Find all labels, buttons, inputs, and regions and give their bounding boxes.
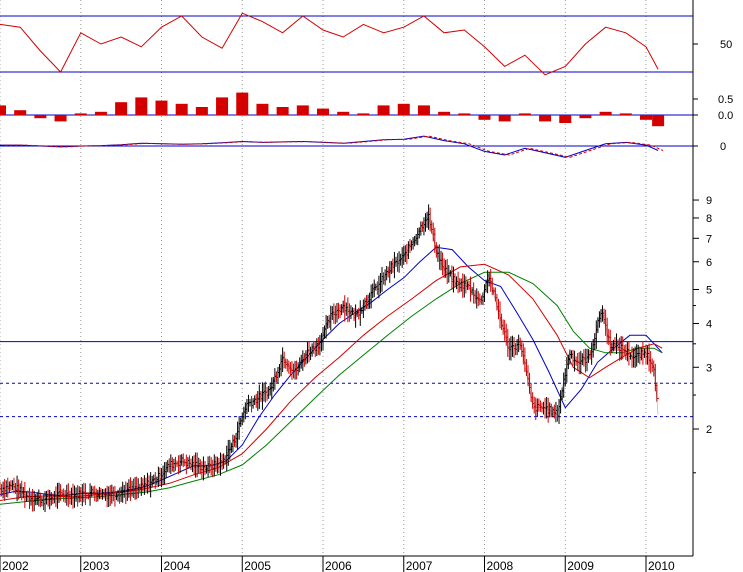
rsi-y-label: 50	[720, 39, 732, 51]
histogram-bar	[458, 113, 471, 115]
x-tick-label: 2010	[648, 559, 675, 572]
histogram-bar	[518, 113, 531, 115]
histogram-bar	[0, 105, 6, 115]
stock-chart: 2002 2003 2004 2005 2006 2007 2008 2009 2010500.…	[0, 0, 743, 572]
x-tick-label: 2002	[2, 559, 29, 572]
histogram-bar	[74, 113, 87, 115]
histogram-bar	[397, 103, 410, 115]
histogram-bar	[54, 115, 67, 122]
histogram-bar	[155, 100, 168, 115]
histogram-bar	[34, 115, 47, 119]
histogram-bar	[357, 113, 370, 115]
x-tick-label: 2006	[325, 559, 352, 572]
histogram-bar	[256, 103, 269, 115]
histogram-bar	[539, 115, 552, 122]
histogram-bar	[94, 111, 107, 115]
histogram-bar	[115, 102, 128, 115]
x-tick-label: 2008	[487, 559, 514, 572]
histogram-bar	[216, 97, 229, 115]
histogram-bar	[195, 107, 208, 115]
histogram-bar	[438, 111, 451, 115]
price-y-label: 5	[706, 285, 712, 297]
x-tick-label: 2004	[164, 559, 191, 572]
price-y-label: 3	[706, 362, 712, 374]
price-y-label: 9	[706, 195, 712, 207]
price-y-label: 4	[706, 318, 712, 330]
histogram-bar	[498, 115, 511, 122]
histogram-bar	[317, 108, 329, 115]
histogram-bar	[559, 115, 572, 123]
histogram-bar	[417, 105, 430, 115]
x-tick-label: 2003	[83, 559, 110, 572]
histogram-bar	[135, 97, 148, 115]
histogram-bar	[296, 105, 309, 115]
histogram-bar	[599, 111, 612, 115]
histogram-bar	[377, 105, 390, 115]
x-tick-label: 2005	[244, 559, 271, 572]
macd-y-label: 0	[720, 141, 726, 153]
x-tick-label: 2007	[406, 559, 433, 572]
histogram-bar	[579, 115, 592, 119]
x-tick-label: 2009	[567, 559, 594, 572]
histogram-bar	[236, 92, 249, 115]
histogram-bar	[640, 115, 652, 120]
histogram-bar	[175, 103, 188, 115]
histogram-y-label: 0.0	[718, 110, 733, 122]
price-y-label: 6	[706, 257, 712, 269]
histogram-bar	[14, 110, 27, 115]
histogram-y-label: 0.5	[718, 94, 733, 106]
histogram-bar	[478, 115, 491, 120]
histogram-bar	[619, 113, 632, 115]
price-y-label: 7	[706, 233, 712, 245]
histogram-bar	[337, 111, 350, 115]
histogram-bar	[652, 115, 665, 127]
histogram-bar	[276, 107, 289, 115]
price-y-label: 8	[706, 213, 712, 225]
price-y-label: 2	[706, 424, 712, 436]
